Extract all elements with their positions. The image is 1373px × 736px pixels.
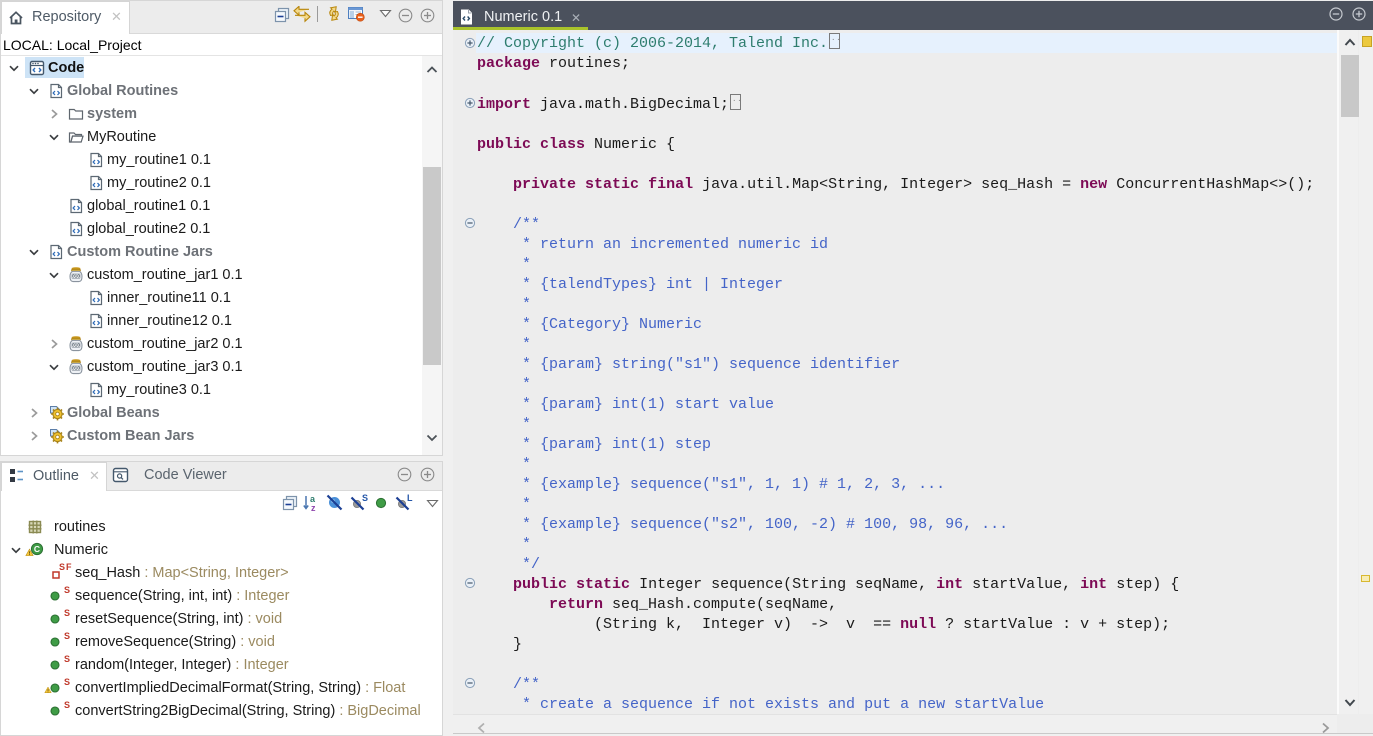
svg-text:L: L <box>407 493 413 503</box>
svg-text:z: z <box>311 503 316 512</box>
svg-text:S: S <box>362 493 368 503</box>
